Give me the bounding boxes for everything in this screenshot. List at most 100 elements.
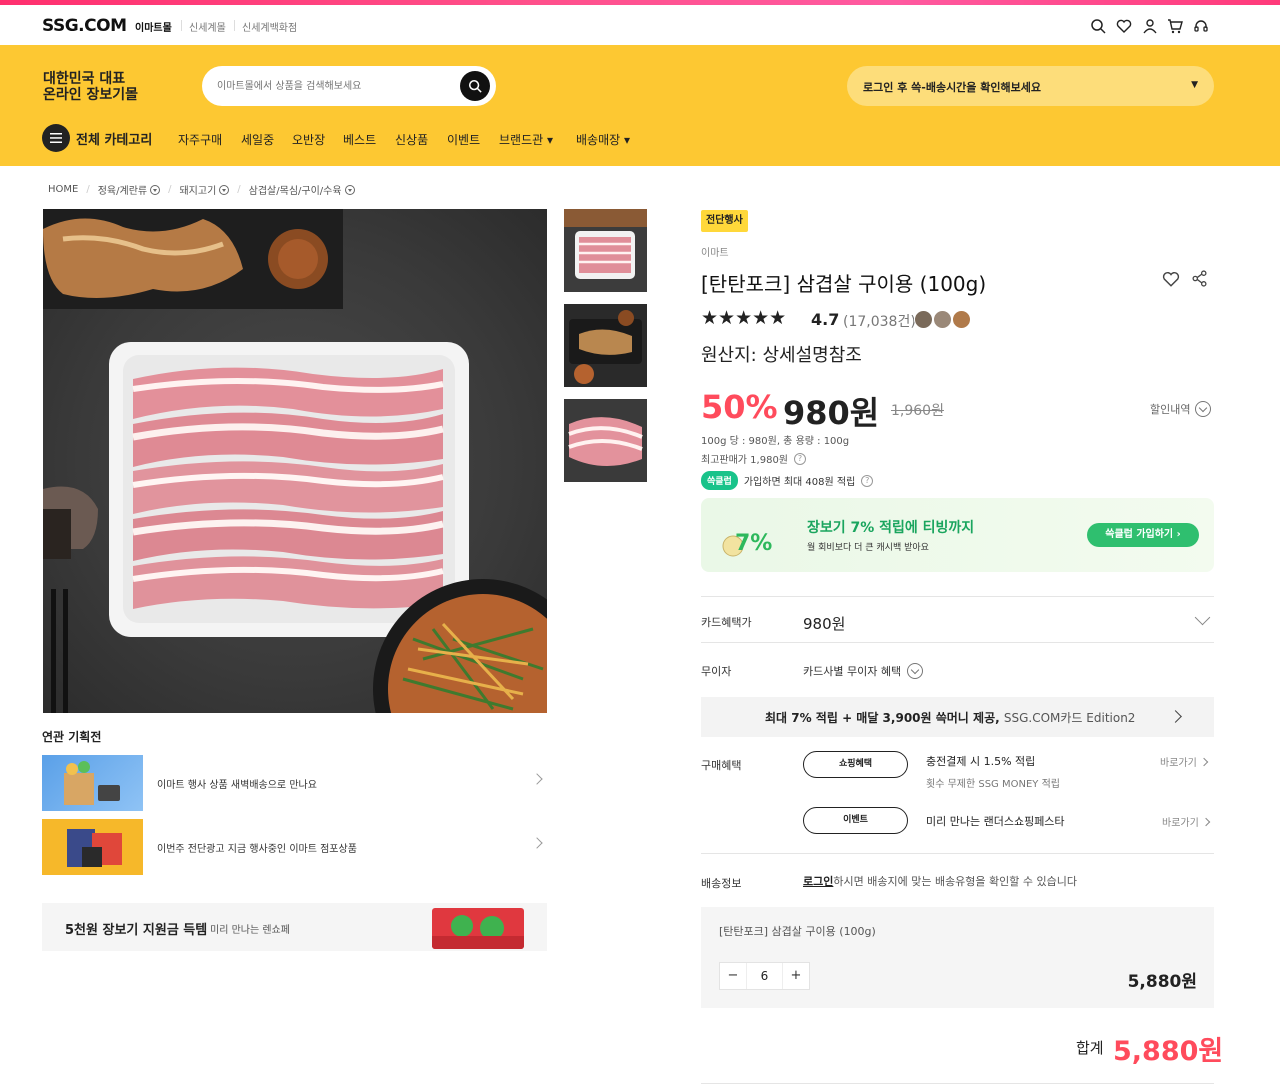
review-count[interactable]: (17,038건) (843, 311, 916, 331)
discount-rate: 50% (701, 388, 778, 426)
total-label: 합계 (1076, 1039, 1104, 1057)
breadcrumb-item[interactable]: 돼지고기 (179, 182, 230, 197)
ssg-logo[interactable]: SSG.COM (42, 16, 127, 36)
divider (181, 20, 182, 31)
rating-value: 4.7 (811, 310, 840, 329)
delivery-time-selector[interactable]: 로그인 후 쓱-배송시간을 확인해보세요 ▼ (847, 66, 1214, 106)
menu-obanjang[interactable]: 오반장 (292, 131, 325, 148)
breadcrumb-item[interactable]: 삼겹살/목심/구이/수육 (249, 182, 355, 197)
decrease-button[interactable]: − (720, 963, 746, 989)
search-button[interactable] (460, 71, 490, 101)
shipping-info: 로그인하시면 배송지에 맞는 배송유형을 확인할 수 있습니다 (803, 873, 1077, 889)
menu-best[interactable]: 베스트 (343, 131, 376, 148)
goto-link[interactable]: 바로가기 (1162, 814, 1211, 829)
reviewer-avatar (952, 310, 971, 329)
heart-icon[interactable] (1162, 270, 1180, 291)
product-title: [탄탄포크] 삼겹살 구이용 (100g) (701, 272, 987, 296)
headset-icon[interactable] (1192, 17, 1210, 35)
order-summary: [탄탄포크] 삼겹살 구이용 (100g) − 6 + 5,880원 (701, 907, 1214, 1008)
divider (234, 20, 235, 31)
promo-item[interactable]: 이마트 행사 상품 새벽배송으로 만나요 (42, 755, 547, 811)
chevron-down-icon[interactable] (1194, 609, 1211, 626)
dropdown-icon (150, 184, 161, 195)
divider (701, 1083, 1214, 1084)
promo-image (42, 819, 143, 875)
search-icon[interactable] (1089, 17, 1107, 35)
goto-link[interactable]: 바로가기 (1160, 754, 1209, 769)
question-icon[interactable]: ? (861, 474, 874, 487)
card-promo-light: SSG.COM카드 Edition2 (1003, 711, 1136, 725)
thumbnail-1[interactable] (564, 209, 647, 292)
reviewer-avatar (933, 310, 952, 329)
breadcrumb-home[interactable]: HOME (48, 184, 78, 195)
menu-icon[interactable] (42, 124, 70, 152)
cart-icon[interactable] (1166, 17, 1184, 35)
promo-text: 이번주 전단광고 지금 행사중인 이마트 점포상품 (157, 844, 357, 855)
breadcrumb-separator: / (168, 184, 172, 195)
tab-emart-mall[interactable]: 이마트몰 (135, 19, 172, 34)
reviewer-avatar (914, 310, 933, 329)
event-pill[interactable]: 이벤트 (803, 807, 908, 834)
no-interest-label: 무이자 (701, 665, 732, 678)
all-categories-button[interactable]: 전체 카테고리 (76, 129, 152, 148)
thumbnail-2[interactable] (564, 304, 647, 387)
top-nav: SSG.COM 이마트몰 신세계몰 신세계백화점 (0, 5, 1280, 45)
chevron-right-icon (1201, 817, 1211, 826)
event-badge: 전단행사 (701, 210, 748, 232)
discount-history-button[interactable]: 할인내역 (1150, 401, 1212, 417)
breadcrumb-separator: / (86, 184, 90, 195)
club-banner-title: 장보기 7% 적립에 티빙까지 (807, 520, 975, 536)
thumbnail-image (568, 417, 643, 467)
breadcrumb-item[interactable]: 정육/계란류 (98, 182, 161, 197)
purchase-benefit-label: 구매혜택 (701, 759, 742, 772)
thumbnail-3[interactable] (564, 399, 647, 482)
club-reward-row: 쓱클럽 가입하면 최대 408원 적립 ? (701, 471, 874, 490)
chevron-right-icon (531, 837, 543, 849)
card-promo-text: 최대 7% 적립 + 매달 3,900원 쓱머니 제공, SSG.COM카드 E… (765, 709, 1135, 726)
goto-label: 바로가기 (1162, 818, 1199, 829)
search-input[interactable] (217, 76, 447, 96)
club-join-button[interactable]: 쓱클럽 가입하기 › (1087, 523, 1199, 547)
tab-shinsegae-dept[interactable]: 신세계백화점 (242, 19, 297, 34)
breadcrumb-label: 돼지고기 (179, 186, 217, 197)
breadcrumb-separator: / (237, 184, 241, 195)
chevron-right-icon (531, 773, 543, 785)
shopping-benefit-pill[interactable]: 쇼핑혜택 (803, 751, 908, 778)
goto-label: 바로가기 (1160, 758, 1197, 769)
menu-new[interactable]: 신상품 (395, 131, 428, 148)
chevron-right-icon (1199, 757, 1209, 766)
banner-title: 5천원 장보기 지원금 득템 (65, 923, 208, 938)
dropdown-icon (219, 184, 230, 195)
brand-slogan: 대한민국 대표 온라인 장보기몰 (43, 71, 138, 103)
club-banner[interactable]: 7% 장보기 7% 적립에 티빙까지 월 회비보다 더 큰 캐시백 받아요 쓱클… (701, 498, 1214, 572)
promo-banner[interactable]: 5천원 장보기 지원금 득템 미리 만나는 렌쇼페 (42, 903, 547, 951)
promo-item[interactable]: 이번주 전단광고 지금 행사중인 이마트 점포상품 (42, 819, 547, 875)
increase-button[interactable]: + (783, 963, 809, 989)
club-badge: 쓱클럽 (701, 471, 738, 490)
menu-event[interactable]: 이벤트 (447, 131, 480, 148)
seller-name[interactable]: 이마트 (701, 244, 729, 259)
menu-sale[interactable]: 세일중 (241, 131, 274, 148)
product-main-image[interactable] (43, 209, 547, 713)
heart-icon[interactable] (1115, 17, 1133, 35)
seven-percent-icon: 7% (721, 510, 791, 565)
share-icon[interactable] (1191, 270, 1208, 290)
menu-frequent[interactable]: 자주구매 (178, 131, 222, 148)
unit-price: 100g 당 : 980원, 총 용량 : 100g (701, 436, 850, 447)
login-link[interactable]: 로그인 (803, 875, 833, 888)
quantity-value[interactable]: 6 (746, 963, 783, 989)
related-promotions-title: 연관 기획전 (42, 730, 102, 744)
card-promo-banner[interactable]: 최대 7% 적립 + 매달 3,900원 쓱머니 제공, SSG.COM카드 E… (701, 697, 1214, 737)
discount-history-label: 할인내역 (1150, 403, 1191, 416)
no-interest-button[interactable]: 카드사별 무이자 혜택 (803, 663, 924, 679)
user-icon[interactable] (1141, 17, 1159, 35)
tab-shinsegae-mall[interactable]: 신세계몰 (189, 19, 226, 34)
question-icon[interactable]: ? (794, 452, 807, 465)
order-item-price: 5,880원 (1127, 972, 1197, 992)
menu-store[interactable]: 배송매장 ▾ (576, 131, 630, 148)
pork-belly-image (43, 209, 547, 713)
club-banner-subtitle: 월 회비보다 더 큰 캐시백 받아요 (807, 543, 929, 553)
menu-brand[interactable]: 브랜드관 ▾ (499, 131, 553, 148)
shipping-info-text: 하시면 배송지에 맞는 배송유형을 확인할 수 있습니다 (833, 875, 1077, 888)
divider (701, 853, 1214, 854)
